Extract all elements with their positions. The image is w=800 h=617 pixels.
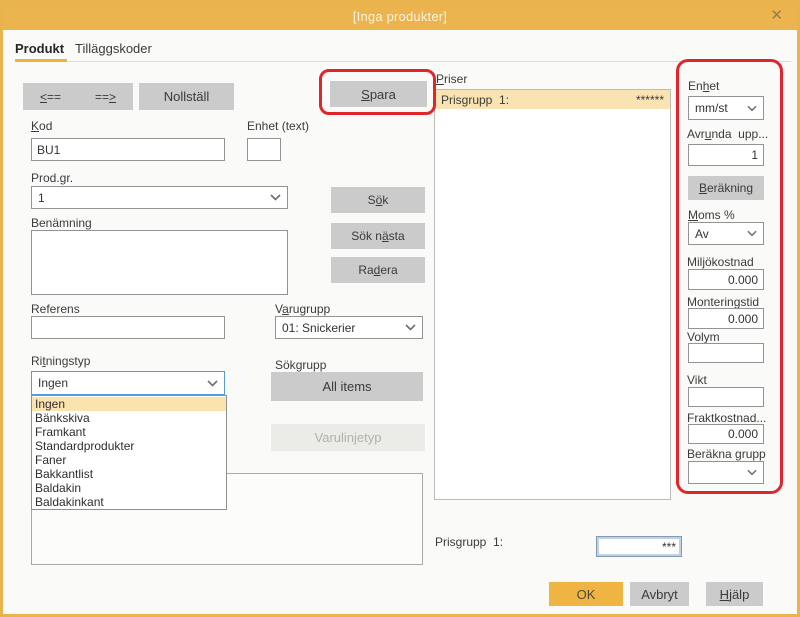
varugrupp-select[interactable]: 01: Snickerier xyxy=(275,316,423,339)
ritningstyp-select[interactable]: Ingen xyxy=(31,371,225,395)
enhet-text-label: Enhet (text) xyxy=(247,119,309,133)
prisgrupp-list-row[interactable]: Prisgrupp 1: ****** xyxy=(435,90,670,109)
referens-input[interactable] xyxy=(31,316,225,339)
volym-input[interactable] xyxy=(688,343,764,363)
tab-tillaggskoder[interactable]: Tilläggskoder xyxy=(75,41,152,56)
avrunda-label: Avrunda upp... xyxy=(687,127,768,141)
ritningstyp-option[interactable]: Bänkskiva xyxy=(32,411,226,425)
moms-value: Av xyxy=(695,227,709,241)
ritningstyp-value: Ingen xyxy=(38,376,68,390)
moms-label: Moms % xyxy=(688,208,735,222)
ritningstyp-option[interactable]: Ingen xyxy=(32,397,226,411)
dialog-window: [Inga produkter] ✕ Produkt Tilläggskoder… xyxy=(0,0,800,617)
ritningstyp-option[interactable]: Bakkantlist xyxy=(32,467,226,481)
prisgrupp-bottom-input[interactable] xyxy=(596,536,682,557)
varugrupp-label: Varugrupp xyxy=(275,302,330,316)
window-title: [Inga produkter] xyxy=(353,9,447,24)
ritningstyp-option[interactable]: Baldakin xyxy=(32,481,226,495)
ritningstyp-label: Ritningstyp xyxy=(31,354,90,368)
monteringstid-label: Monteringstid xyxy=(687,295,759,309)
spara-button[interactable]: Spara xyxy=(330,81,427,107)
fraktkostnad-input[interactable] xyxy=(688,424,764,444)
miljokostnad-input[interactable] xyxy=(688,269,764,290)
prodgr-select[interactable]: 1 xyxy=(31,186,288,209)
title-bar: [Inga produkter] xyxy=(3,3,797,30)
tab-divider xyxy=(15,61,791,62)
benamning-textarea[interactable] xyxy=(31,230,288,295)
active-tab-indicator xyxy=(15,59,67,62)
enhet-text-input[interactable] xyxy=(247,138,281,161)
enhet-value: mm/st xyxy=(695,101,728,115)
enhet-label: Enhet xyxy=(688,79,719,93)
kod-input[interactable] xyxy=(31,138,225,161)
sok-nasta-button[interactable]: Sök nästa xyxy=(331,223,425,249)
varulinjetyp-button: Varulinjetyp xyxy=(271,424,425,451)
chevron-down-icon xyxy=(270,194,281,201)
ritningstyp-dropdown-list: Ingen Bänkskiva Framkant Standardprodukt… xyxy=(31,395,227,510)
berakna-grupp-label: Beräkna grupp xyxy=(687,447,766,461)
prisgrupp-bottom-label: Prisgrupp 1: xyxy=(435,535,503,549)
hjalp-button[interactable]: Hjälp xyxy=(706,582,763,606)
chevron-down-icon xyxy=(747,469,757,476)
referens-label: Referens xyxy=(31,302,80,316)
avbryt-button[interactable]: Avbryt xyxy=(630,582,689,606)
benamning-label: Benämning xyxy=(31,216,92,230)
sokgrupp-label: Sökgrupp xyxy=(275,358,326,372)
prodgr-label: Prod.gr. xyxy=(31,171,73,185)
varugrupp-value: 01: Snickerier xyxy=(282,321,355,335)
fraktkostnad-label: Fraktkostnad... xyxy=(687,411,766,425)
close-icon[interactable]: ✕ xyxy=(770,7,783,25)
chevron-down-icon xyxy=(747,230,757,237)
all-items-button[interactable]: All items xyxy=(271,372,423,401)
priser-listbox[interactable]: Prisgrupp 1: ****** xyxy=(434,89,671,500)
sok-button[interactable]: Sök xyxy=(331,187,425,213)
vikt-input[interactable] xyxy=(688,387,764,407)
priser-label: Priser xyxy=(436,72,467,86)
ritningstyp-option[interactable]: Framkant xyxy=(32,425,226,439)
prisgrupp-row-value: ****** xyxy=(636,93,664,107)
chevron-down-icon xyxy=(207,380,218,387)
berakning-button[interactable]: Beräkning xyxy=(688,176,764,200)
prev-record-button[interactable]: <== xyxy=(40,90,61,104)
radera-button[interactable]: Radera xyxy=(331,257,425,283)
kod-label: Kod xyxy=(31,119,52,133)
ok-button[interactable]: OK xyxy=(549,582,623,606)
volym-label: Volym xyxy=(687,330,720,344)
tab-produkt[interactable]: Produkt xyxy=(15,41,64,56)
ritningstyp-option[interactable]: Standardprodukter xyxy=(32,439,226,453)
prodgr-value: 1 xyxy=(38,191,45,205)
record-nav-buttons: <== ==> xyxy=(23,83,133,110)
miljokostnad-label: Miljökostnad xyxy=(687,255,754,269)
berakna-grupp-select[interactable] xyxy=(688,461,764,484)
enhet-select[interactable]: mm/st xyxy=(688,96,764,120)
prisgrupp-row-label: Prisgrupp 1: xyxy=(441,93,509,107)
next-record-button[interactable]: ==> xyxy=(95,90,116,104)
chevron-down-icon xyxy=(747,105,757,112)
moms-select[interactable]: Av xyxy=(688,222,764,245)
monteringstid-input[interactable] xyxy=(688,308,764,329)
chevron-down-icon xyxy=(405,324,416,331)
avrunda-input[interactable] xyxy=(688,144,764,166)
nollstall-button[interactable]: Nollställ xyxy=(139,83,234,110)
vikt-label: Vikt xyxy=(687,373,707,387)
ritningstyp-option[interactable]: Faner xyxy=(32,453,226,467)
ritningstyp-option[interactable]: Baldakinkant xyxy=(32,495,226,509)
